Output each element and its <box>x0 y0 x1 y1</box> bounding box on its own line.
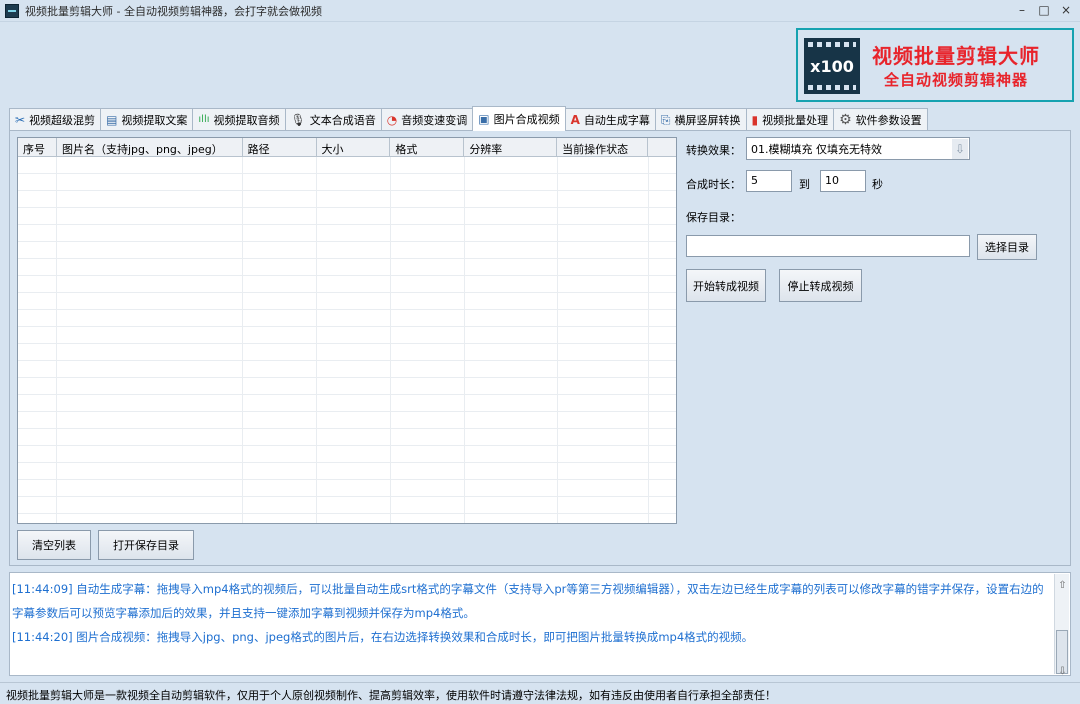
film-icon: ▮ <box>751 112 759 127</box>
tab-label: 横屏竖屏转换 <box>674 113 741 127</box>
tab-label: 视频超级混剪 <box>29 113 96 127</box>
column-header-status[interactable]: 当前操作状态 <box>557 138 649 156</box>
subtitle-icon: A <box>570 112 580 127</box>
tab-extract-text[interactable]: ▤ 视频提取文案 <box>100 108 194 130</box>
duration-label: 合成时长： <box>686 178 741 191</box>
log-output[interactable]: [11:44:09] 自动生成字幕：拖拽导入mp4格式的视频后，可以批量自动生成… <box>9 572 1071 677</box>
table-body[interactable] <box>18 157 676 523</box>
duration-to-label: 到 <box>799 178 810 191</box>
tab-image-to-video[interactable]: ▣ 图片合成视频 <box>472 106 566 131</box>
minimize-button[interactable]: – <box>1016 3 1028 17</box>
column-header-resolution[interactable]: 分辨率 <box>464 138 558 156</box>
tab-bar: ✂ 视频超级混剪 ▤ 视频提取文案 ıllı 视频提取音频 🎙 文本合成语音 ◔… <box>9 106 928 131</box>
tab-label: 视频批量处理 <box>762 113 829 127</box>
gauge-icon: ◔ <box>386 112 398 127</box>
open-save-dir-button[interactable]: 打开保存目录 <box>98 530 194 560</box>
arrow-down-icon[interactable]: ⇩ <box>952 139 968 159</box>
image-list-table[interactable]: 序号 图片名（支持jpg、png、jpeg） 路径 大小 格式 分辨率 当前操作… <box>17 137 677 524</box>
tab-auto-subtitle[interactable]: A 自动生成字幕 <box>564 108 656 130</box>
duration-to-input[interactable]: 10 <box>820 170 866 192</box>
tab-label: 文本合成语音 <box>309 113 376 127</box>
log-entry: [11:44:20] 图片合成视频：拖拽导入jpg、png、jpeg格式的图片后… <box>12 630 754 644</box>
start-convert-button[interactable]: 开始转成视频 <box>686 269 766 302</box>
scroll-up-icon[interactable]: ⇧ <box>1055 574 1070 591</box>
title-bar: 视频批量剪辑大师 - 全自动视频剪辑神器，会打字就会做视频 – □ × <box>0 0 1080 22</box>
brand-banner: x100 视频批量剪辑大师 全自动视频剪辑神器 <box>796 28 1074 102</box>
window-title: 视频批量剪辑大师 - 全自动视频剪辑神器，会打字就会做视频 <box>25 4 322 18</box>
scroll-down-icon[interactable]: ⇩ <box>1055 660 1070 677</box>
column-header-format[interactable]: 格式 <box>390 138 465 156</box>
banner-title: 视频批量剪辑大师 <box>872 44 1040 68</box>
document-icon: ▤ <box>106 112 118 127</box>
log-scrollbar[interactable]: ⇧ ⇩ <box>1054 574 1070 677</box>
rotate-screen-icon: ⎘ <box>660 112 671 127</box>
tab-label: 音频变速变调 <box>401 113 468 127</box>
save-dir-input[interactable] <box>686 235 970 257</box>
column-header-image-name[interactable]: 图片名（支持jpg、png、jpeg） <box>57 138 243 156</box>
audio-wave-icon: ıllı <box>198 113 210 125</box>
maximize-button[interactable]: □ <box>1038 3 1050 17</box>
tab-extract-audio[interactable]: ıllı 视频提取音频 <box>192 108 286 130</box>
film-logo-icon: x100 <box>804 38 860 94</box>
stop-convert-button[interactable]: 停止转成视频 <box>779 269 862 302</box>
column-header-size[interactable]: 大小 <box>317 138 391 156</box>
choose-dir-button[interactable]: 选择目录 <box>977 234 1037 260</box>
tab-label: 视频提取音频 <box>213 113 280 127</box>
close-button[interactable]: × <box>1060 3 1072 17</box>
column-header-index[interactable]: 序号 <box>18 138 57 156</box>
tab-audio-speed[interactable]: ◔ 音频变速变调 <box>380 108 474 130</box>
tab-panel-image-to-video: 序号 图片名（支持jpg、png、jpeg） 路径 大小 格式 分辨率 当前操作… <box>9 130 1071 566</box>
tab-label: 图片合成视频 <box>493 113 560 126</box>
column-header-path[interactable]: 路径 <box>243 138 317 156</box>
save-dir-label: 保存目录： <box>686 211 741 224</box>
duration-from-input[interactable]: 5 <box>746 170 792 192</box>
tab-orientation-convert[interactable]: ⎘ 横屏竖屏转换 <box>654 108 747 130</box>
log-entry: [11:44:09] 自动生成字幕：拖拽导入mp4格式的视频后，可以批量自动生成… <box>12 582 1044 620</box>
effect-select[interactable]: 01.模糊填充 仅填充无特效 ⇩ <box>746 137 970 160</box>
gear-icon: ⚙ <box>839 111 852 128</box>
banner-subtitle: 全自动视频剪辑神器 <box>884 71 1029 89</box>
duration-unit-label: 秒 <box>872 178 883 191</box>
tab-label: 软件参数设置 <box>855 113 922 127</box>
microphone-icon: 🎙 <box>290 112 306 127</box>
tab-settings[interactable]: ⚙ 软件参数设置 <box>833 108 928 130</box>
app-icon <box>5 3 19 18</box>
tab-text-to-speech[interactable]: 🎙 文本合成语音 <box>284 108 382 130</box>
effect-select-value: 01.模糊填充 仅填充无特效 <box>751 143 882 156</box>
image-icon: ▣ <box>478 112 490 126</box>
tab-batch-process[interactable]: ▮ 视频批量处理 <box>745 108 835 130</box>
tab-label: 自动生成字幕 <box>583 113 650 127</box>
status-bar: 视频批量剪辑大师是一款视频全自动剪辑软件，仅用于个人原创视频制作、提高剪辑效率，… <box>0 682 1080 704</box>
clear-list-button[interactable]: 清空列表 <box>17 530 91 560</box>
effect-label: 转换效果： <box>686 144 741 157</box>
tab-label: 视频提取文案 <box>121 113 188 127</box>
window-controls: – □ × <box>1016 3 1072 17</box>
table-header: 序号 图片名（支持jpg、png、jpeg） 路径 大小 格式 分辨率 当前操作… <box>18 138 676 157</box>
scissors-icon: ✂ <box>15 112 26 127</box>
column-header-filler <box>648 138 676 156</box>
tab-video-remix[interactable]: ✂ 视频超级混剪 <box>9 108 102 130</box>
